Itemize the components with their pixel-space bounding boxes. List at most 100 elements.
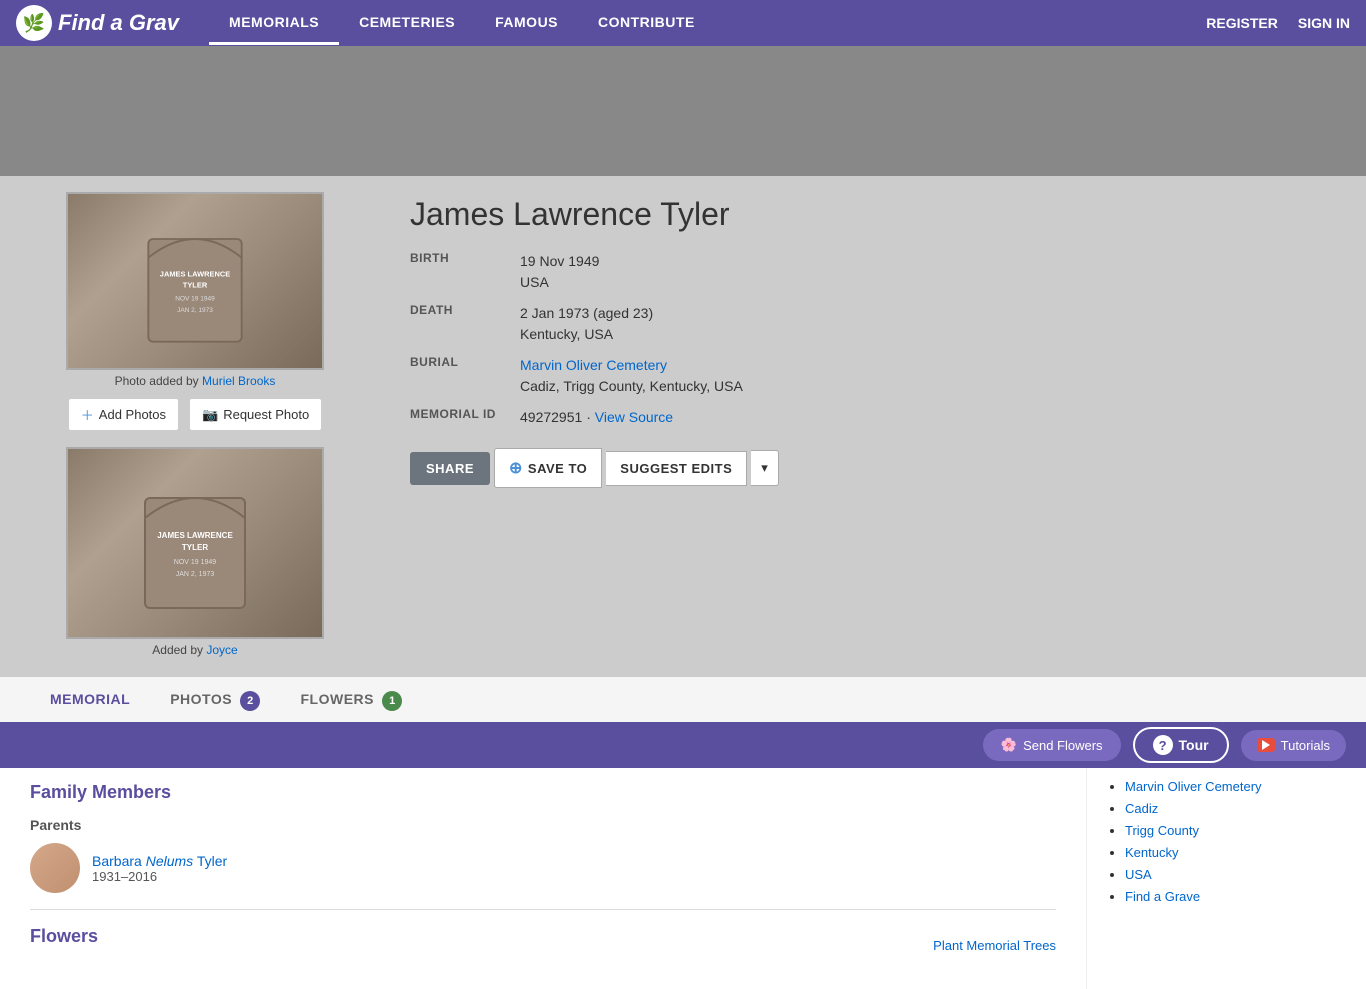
question-icon: ? [1153,735,1173,755]
view-source-link[interactable]: View Source [595,409,673,425]
svg-text:TYLER: TYLER [183,281,208,290]
dropdown-button[interactable]: ▾ [751,450,779,486]
navigation: 🌿 Find a Grav MEMORIALS CEMETERIES FAMOU… [0,0,1366,46]
grave-photo-main: JAMES LAWRENCE TYLER NOV 19 1949 JAN 2, … [66,192,324,370]
birth-row: BIRTH 19 Nov 1949 USA [410,251,1336,293]
grave-stone-svg-2: JAMES LAWRENCE TYLER NOV 19 1949 JAN 2, … [135,468,255,618]
divider-2 [30,909,1056,910]
grave-photo-inner: JAMES LAWRENCE TYLER NOV 19 1949 JAN 2, … [68,194,322,368]
parent-name-link[interactable]: Barbara Nelums Tyler [92,853,227,869]
tab-photos[interactable]: PHOTOS 2 [150,677,280,728]
tab-memorial[interactable]: MEMORIAL [30,677,150,728]
logo-text: Find a Grav [58,10,179,36]
svg-text:JAN 2, 1973: JAN 2, 1973 [177,307,213,314]
left-panel: JAMES LAWRENCE TYLER NOV 19 1949 JAN 2, … [0,176,390,677]
sidebar-right: See more Tyler memorials in: Marvin Oliv… [1086,729,1366,989]
tour-button[interactable]: ? Tour [1133,727,1229,763]
svg-text:TYLER: TYLER [182,543,208,552]
flowers-badge: 1 [382,691,402,711]
nav-cemeteries[interactable]: CEMETERIES [339,2,475,45]
nav-memorials[interactable]: MEMORIALS [209,2,339,45]
trigg-county-link[interactable]: Trigg County [1125,823,1199,838]
right-panel: James Lawrence Tyler BIRTH 19 Nov 1949 U… [390,176,1366,677]
register-link[interactable]: REGISTER [1206,15,1278,31]
share-button[interactable]: SHARE [410,452,490,485]
flower-icon: 🌸 [1001,737,1017,753]
parent-row: Barbara Nelums Tyler 1931–2016 [30,843,1056,893]
logo-icon: 🌿 [16,5,52,41]
birth-value: 19 Nov 1949 USA [520,251,599,293]
add-photos-button[interactable]: ＋ Add Photos [68,398,179,431]
tutorials-button[interactable]: Tutorials [1241,730,1346,761]
plus-icon: ＋ [81,405,94,424]
birth-place: USA [520,272,599,293]
marvin-oliver-link[interactable]: Marvin Oliver Cemetery [1125,779,1262,794]
svg-text:JAMES LAWRENCE: JAMES LAWRENCE [160,269,230,278]
kentucky-link[interactable]: Kentucky [1125,845,1178,860]
nav-famous[interactable]: FAMOUS [475,2,578,45]
list-item: USA [1125,866,1346,882]
parent-dates: 1931–2016 [92,869,227,884]
chevron-down-icon: ▾ [761,460,768,475]
main-content: JAMES LAWRENCE TYLER NOV 19 1949 JAN 2, … [0,176,1366,677]
death-place: Kentucky, USA [520,324,653,345]
grave-stone-svg: JAMES LAWRENCE TYLER NOV 19 1949 JAN 2, … [135,211,255,351]
svg-text:JAMES LAWRENCE: JAMES LAWRENCE [157,531,233,540]
svg-text:NOV 19 1949: NOV 19 1949 [175,296,215,303]
logo[interactable]: 🌿 Find a Grav [16,5,179,41]
info-table: BIRTH 19 Nov 1949 USA DEATH 2 Jan 1973 (… [410,251,1336,428]
death-date: 2 Jan 1973 (aged 23) [520,303,653,324]
tab-flowers[interactable]: FLOWERS 1 [280,677,422,728]
memorial-id: 49272951 [520,409,582,425]
usa-link[interactable]: USA [1125,867,1152,882]
svg-text:NOV 19 1949: NOV 19 1949 [174,559,217,566]
find-a-grave-link[interactable]: Find a Grave [1125,889,1200,904]
joyce-link[interactable]: Joyce [206,643,237,657]
parent-first: Barbara [92,853,142,869]
flowers-title: Flowers [30,926,98,947]
camera-icon: 📷 [202,407,218,423]
save-to-button[interactable]: ⊕ SAVE TO [494,448,602,488]
nav-right: REGISTER SIGN IN [1206,15,1350,31]
cadiz-link[interactable]: Cadiz [1125,801,1158,816]
plant-trees-link[interactable]: Plant Memorial Trees [933,938,1056,953]
photo-credit-2: Added by Joyce [66,639,324,661]
banner-image [0,46,1366,176]
list-item: Cadiz [1125,800,1346,816]
memorial-content: Family Members Parents Barbara Nelums Ty… [0,729,1086,989]
nav-links: MEMORIALS CEMETERIES FAMOUS CONTRIBUTE [209,2,1206,45]
send-flowers-button[interactable]: 🌸 Send Flowers [983,729,1121,761]
request-photo-button[interactable]: 📷 Request Photo [189,398,322,431]
cemetery-link[interactable]: Marvin Oliver Cemetery [520,357,667,373]
grave-photo-secondary: JAMES LAWRENCE TYLER NOV 19 1949 JAN 2, … [66,447,324,639]
family-members-title: Family Members [30,782,1056,803]
nav-contribute[interactable]: CONTRIBUTE [578,2,715,45]
burial-row: BURIAL Marvin Oliver Cemetery Cadiz, Tri… [410,355,1336,397]
photos-badge: 2 [240,691,260,711]
video-icon [1257,738,1275,752]
parent-middle: Nelums [146,853,193,869]
parent-info: Barbara Nelums Tyler 1931–2016 [92,853,227,884]
photo-credit: Photo added by Muriel Brooks [66,370,324,398]
memorial-id-label: MEMORIAL ID [410,407,520,421]
list-item: Find a Grave [1125,888,1346,904]
person-name: James Lawrence Tyler [410,196,1336,233]
sign-in-link[interactable]: SIGN IN [1298,15,1350,31]
memorial-id-row: MEMORIAL ID 49272951 · View Source [410,407,1336,428]
death-row: DEATH 2 Jan 1973 (aged 23) Kentucky, USA [410,303,1336,345]
death-label: DEATH [410,303,520,317]
list-item: Kentucky [1125,844,1346,860]
burial-label: BURIAL [410,355,520,369]
bottom-bar: 🌸 Send Flowers ? Tour Tutorials [0,722,1366,768]
birth-date: 19 Nov 1949 [520,251,599,272]
birth-label: BIRTH [410,251,520,265]
below-tabs: Family Members Parents Barbara Nelums Ty… [0,729,1366,989]
photo-container: JAMES LAWRENCE TYLER NOV 19 1949 JAN 2, … [66,192,324,661]
plus-icon: ⊕ [509,458,523,478]
death-value: 2 Jan 1973 (aged 23) Kentucky, USA [520,303,653,345]
list-item: Trigg County [1125,822,1346,838]
action-buttons: SHARE ⊕ SAVE TO SUGGEST EDITS ▾ [410,448,1336,488]
suggest-edits-button[interactable]: SUGGEST EDITS [606,451,747,486]
sidebar-list: Marvin Oliver Cemetery Cadiz Trigg Count… [1107,778,1346,904]
muriel-brooks-link[interactable]: Muriel Brooks [202,374,275,388]
